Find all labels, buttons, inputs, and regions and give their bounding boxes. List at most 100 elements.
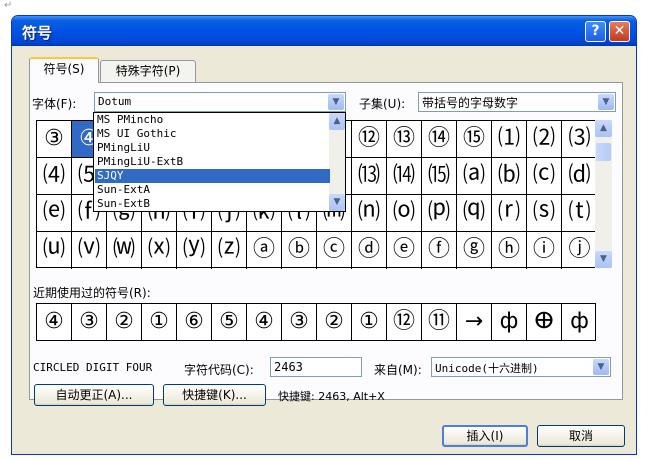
subset-select[interactable]: 带括号的字母数字 ▼ xyxy=(418,92,616,112)
recent-symbol-cell[interactable]: ① xyxy=(142,304,177,340)
recent-symbol-cell[interactable]: ф xyxy=(492,304,527,340)
help-button[interactable]: ? xyxy=(585,21,606,42)
symbol-cell[interactable]: ⒲ xyxy=(107,232,142,269)
symbol-cell[interactable]: ⓙ xyxy=(562,232,597,269)
recent-symbol-cell[interactable]: → xyxy=(457,304,492,340)
symbol-cell[interactable]: ⒁ xyxy=(387,158,422,195)
subset-label: 子集(U): xyxy=(359,97,406,111)
symbol-cell[interactable]: ⒳ xyxy=(142,232,177,269)
recent-symbols-row: ④ ③ ② ① ⑥ ⑤ ④ ③ ② ① ⑫ ⑪ → ф ⴲ ф xyxy=(36,303,596,341)
symbol-cell[interactable]: ⑭ xyxy=(422,121,457,158)
recent-symbol-cell[interactable]: ③ xyxy=(282,304,317,340)
symbol-cell[interactable]: ⑫ xyxy=(352,121,387,158)
font-option[interactable]: MS UI Gothic xyxy=(97,127,327,141)
symbol-cell[interactable]: ⑮ xyxy=(457,121,492,158)
symbol-cell[interactable]: ⒜ xyxy=(457,158,492,195)
tab-special-characters[interactable]: 特殊字符(P) xyxy=(100,60,196,82)
recent-symbol-cell[interactable]: ⑤ xyxy=(212,304,247,340)
symbol-cell[interactable]: ⒴ xyxy=(177,232,212,269)
font-option[interactable]: Sun-ExtB xyxy=(97,197,327,211)
symbol-cell[interactable]: ⒟ xyxy=(562,158,597,195)
shortcut-info: 快捷键: 2463, Alt+X xyxy=(278,390,385,403)
title-bar: 符号 ? ✕ xyxy=(12,16,636,46)
chevron-up-icon[interactable]: ▲ xyxy=(329,113,345,130)
character-name: CIRCLED DIGIT FOUR xyxy=(33,361,153,374)
tab-symbols[interactable]: 符号(S) xyxy=(29,57,99,83)
paragraph-mark: ↵ xyxy=(4,0,13,11)
cancel-button[interactable]: 取消 xyxy=(537,425,625,447)
font-option[interactable]: Sun-ExtA xyxy=(97,183,327,197)
symbol-cell[interactable]: ③ xyxy=(37,121,72,158)
symbol-cell[interactable]: ⓑ xyxy=(282,232,317,269)
symbol-dialog: 符号 ? ✕ 符号(S) 特殊字符(P) 字体(F): Dotum ▼ 子集(U… xyxy=(11,15,637,455)
scroll-thumb[interactable] xyxy=(596,143,611,161)
symbol-cell[interactable]: ⒱ xyxy=(72,232,107,269)
autocorrect-button[interactable]: 自动更正(A)... xyxy=(34,384,154,406)
font-option[interactable]: SJQY xyxy=(95,169,330,183)
recent-symbol-cell[interactable]: ⑫ xyxy=(387,304,422,340)
symbol-cell[interactable]: ⒰ xyxy=(37,232,72,269)
symbol-cell[interactable]: ⓔ xyxy=(387,232,422,269)
symbol-cell[interactable]: ⑴ xyxy=(492,121,527,158)
insert-button[interactable]: 插入(I) xyxy=(442,425,528,447)
symbol-cell[interactable]: ⒂ xyxy=(422,158,457,195)
from-select-value: Unicode(十六进制) xyxy=(435,362,539,375)
chevron-down-icon[interactable]: ▼ xyxy=(593,359,609,375)
from-select[interactable]: Unicode(十六进制) ▼ xyxy=(431,357,611,377)
font-select-value: Dotum xyxy=(98,95,132,108)
symbol-grid-scrollbar[interactable]: ▲ ▼ xyxy=(595,120,612,268)
recent-symbol-cell[interactable]: ② xyxy=(317,304,352,340)
shortcut-key-button[interactable]: 快捷键(K)... xyxy=(163,384,266,406)
recent-symbol-cell[interactable]: ④ xyxy=(247,304,282,340)
char-code-input[interactable]: 2463 xyxy=(270,357,362,377)
symbol-cell[interactable]: ⓖ xyxy=(457,232,492,269)
symbol-cell[interactable]: ⒞ xyxy=(527,158,562,195)
symbol-cell[interactable]: ⒫ xyxy=(422,195,457,232)
symbol-cell[interactable]: ⑬ xyxy=(387,121,422,158)
chevron-down-icon[interactable]: ▼ xyxy=(328,94,344,110)
symbol-cell[interactable]: ⓒ xyxy=(317,232,352,269)
symbol-cell[interactable]: ⒵ xyxy=(212,232,247,269)
font-option[interactable]: PMingLiU-ExtB xyxy=(97,155,327,169)
chevron-up-icon[interactable]: ▲ xyxy=(595,120,612,137)
close-button[interactable]: ✕ xyxy=(609,21,630,42)
recent-symbol-cell[interactable]: ③ xyxy=(72,304,107,340)
symbol-cell[interactable]: ⒮ xyxy=(527,195,562,232)
symbol-cell[interactable]: ⓓ xyxy=(352,232,387,269)
font-dropdown-scrollbar[interactable]: ▲ ▼ xyxy=(329,113,345,211)
symbol-cell[interactable]: ⑶ xyxy=(562,121,597,158)
symbol-cell[interactable]: ⓘ xyxy=(527,232,562,269)
symbol-cell[interactable]: ⑵ xyxy=(527,121,562,158)
symbol-cell[interactable]: ⑷ xyxy=(37,158,72,195)
recent-symbol-cell[interactable]: ф xyxy=(562,304,597,340)
symbol-cell[interactable]: ⓐ xyxy=(247,232,282,269)
symbol-cell[interactable]: ⒬ xyxy=(457,195,492,232)
recent-symbol-cell[interactable]: ④ xyxy=(37,304,72,340)
symbol-cell[interactable]: ⒀ xyxy=(352,158,387,195)
symbol-cell[interactable]: ⒯ xyxy=(562,195,597,232)
chevron-down-icon[interactable]: ▼ xyxy=(595,251,612,268)
symbol-cell[interactable]: ⒪ xyxy=(387,195,422,232)
symbol-cell[interactable]: ⓗ xyxy=(492,232,527,269)
symbol-cell[interactable]: ⒩ xyxy=(352,195,387,232)
recent-symbol-cell[interactable]: ② xyxy=(107,304,142,340)
font-option[interactable]: MS PMincho xyxy=(97,113,327,127)
recent-symbol-cell[interactable]: ⑪ xyxy=(422,304,457,340)
chevron-down-icon[interactable]: ▼ xyxy=(329,194,345,211)
font-dropdown-list: ▲ ▼ MS PMincho MS UI Gothic PMingLiU PMingL… xyxy=(93,112,346,212)
recent-symbol-cell[interactable]: ① xyxy=(352,304,387,340)
font-select[interactable]: Dotum ▼ xyxy=(94,92,346,112)
symbol-cell[interactable]: ⒝ xyxy=(492,158,527,195)
recent-symbols-label: 近期使用过的符号(R): xyxy=(33,286,151,300)
chevron-down-icon[interactable]: ▼ xyxy=(598,94,614,110)
char-code-label: 字符代码(C): xyxy=(184,363,254,377)
subset-select-value: 带括号的字母数字 xyxy=(422,96,519,110)
recent-symbol-cell[interactable]: ⑥ xyxy=(177,304,212,340)
symbol-cell[interactable]: ⒭ xyxy=(492,195,527,232)
font-label: 字体(F): xyxy=(32,97,77,111)
from-label: 来自(M): xyxy=(374,363,422,377)
symbol-cell[interactable]: ⓕ xyxy=(422,232,457,269)
font-option[interactable]: PMingLiU xyxy=(97,141,327,155)
symbol-cell[interactable]: ⒠ xyxy=(37,195,72,232)
recent-symbol-cell[interactable]: ⴲ xyxy=(527,304,562,340)
